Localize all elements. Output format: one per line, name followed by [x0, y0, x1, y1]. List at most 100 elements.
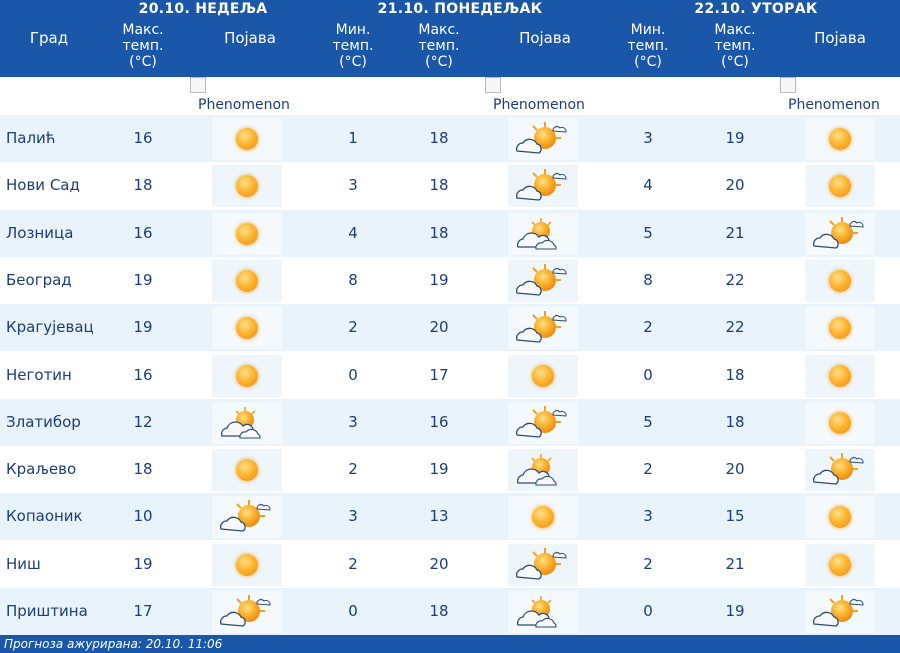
phenomenon-image-3: Phenomenon	[780, 77, 900, 115]
broken-image-icon	[190, 77, 206, 93]
col-d3-phen: Појава	[814, 29, 866, 47]
d3-min-temp: 0	[643, 602, 653, 620]
col-d2-max: Макс. темп. (°C)	[418, 22, 460, 70]
d1-max-temp: 19	[133, 270, 153, 289]
city-name: Краљево	[6, 460, 77, 479]
d3-max-temp: 19	[725, 129, 745, 147]
sun-icon	[212, 354, 282, 397]
col-d3-max: Макс. темп. (°C)	[714, 22, 756, 70]
sun-icon	[508, 354, 578, 397]
d2-max-temp: 17	[429, 365, 449, 384]
d3-min-temp: 2	[643, 318, 653, 337]
legend-row: Phenomenon Phenomenon Phenomenon	[0, 77, 900, 115]
city-name: Копаоник	[6, 507, 83, 526]
d1-max-temp: 19	[133, 318, 153, 337]
sun-icon	[212, 118, 282, 160]
d1-max-temp: 10	[133, 507, 153, 526]
d2-max-temp: 18	[429, 129, 449, 147]
table-row: Нови Сад 18 3 18 4 20	[0, 162, 900, 209]
sun-icon	[212, 307, 282, 350]
d3-max-temp: 22	[725, 270, 745, 289]
sun-icon	[805, 165, 875, 208]
d2-max-temp: 19	[429, 270, 449, 289]
partly-cloudy-icon	[508, 307, 578, 350]
d3-max-temp: 22	[725, 318, 745, 337]
d3-min-temp: 0	[643, 365, 653, 384]
sun-icon	[212, 212, 282, 255]
table-row: Приштина 17 0 18 0 19	[0, 588, 900, 635]
d3-min-temp: 4	[643, 176, 653, 195]
col-d1-phen: Појава	[224, 29, 276, 47]
d3-min-temp: 8	[643, 270, 653, 289]
city-name: Лозница	[6, 223, 74, 242]
table-row: Крагујевац 19 2 20 2 22	[0, 304, 900, 352]
broken-image-icon	[485, 77, 501, 93]
d1-max-temp: 18	[133, 176, 153, 195]
d2-min-temp: 2	[348, 318, 358, 337]
table-row: Неготин 16 0 17 0 18	[0, 352, 900, 399]
col-city: Град	[29, 29, 69, 47]
cloudy-sun-icon	[508, 591, 578, 633]
sun-icon	[212, 165, 282, 208]
city-name: Ниш	[6, 554, 41, 573]
sun-icon	[805, 259, 875, 302]
col-d2-min: Мин. темп. (°C)	[332, 22, 374, 70]
partly-cloudy-icon	[805, 212, 875, 255]
table-row: Златибор 12 3 16 5 18	[0, 398, 900, 446]
d2-max-temp: 18	[429, 176, 449, 195]
d3-max-temp: 20	[725, 460, 745, 479]
d2-max-temp: 13	[429, 507, 449, 526]
d3-min-temp: 2	[643, 460, 653, 479]
d2-min-temp: 2	[348, 554, 358, 573]
d2-min-temp: 0	[348, 365, 358, 384]
sun-icon	[212, 543, 282, 586]
partly-cloudy-icon	[805, 449, 875, 492]
partly-cloudy-icon	[508, 543, 578, 586]
d2-min-temp: 0	[348, 602, 358, 620]
partly-cloudy-icon	[212, 496, 282, 539]
col-d3-min: Мин. темп. (°C)	[627, 22, 669, 70]
partly-cloudy-icon	[508, 118, 578, 160]
d3-min-temp: 5	[643, 223, 653, 242]
d2-max-temp: 20	[429, 318, 449, 337]
city-name: Београд	[6, 270, 72, 289]
d2-max-temp: 18	[429, 602, 449, 620]
sun-icon	[805, 354, 875, 397]
d3-max-temp: 15	[725, 507, 745, 526]
partly-cloudy-icon	[508, 259, 578, 302]
d2-max-temp: 19	[429, 460, 449, 479]
d2-min-temp: 1	[348, 129, 358, 147]
day-1-title: 20.10. НЕДЕЉА	[138, 1, 268, 17]
d2-min-temp: 3	[348, 176, 358, 195]
d1-max-temp: 12	[133, 412, 153, 431]
d1-max-temp: 19	[133, 554, 153, 573]
partly-cloudy-icon	[508, 401, 578, 444]
d3-min-temp: 3	[643, 507, 653, 526]
city-name: Крагујевац	[6, 318, 94, 337]
d3-max-temp: 20	[725, 176, 745, 195]
table-row: Београд 19 8 19 8 22	[0, 257, 900, 304]
table-row: Ниш 19 2 20 2 21	[0, 541, 900, 588]
d3-min-temp: 5	[643, 412, 653, 431]
sun-icon	[805, 307, 875, 350]
cloudy-sun-icon	[212, 401, 282, 444]
table-row: Палић 16 1 18 3 19	[0, 115, 900, 162]
d2-min-temp: 3	[348, 507, 358, 526]
city-name: Неготин	[6, 365, 72, 384]
d2-min-temp: 8	[348, 270, 358, 289]
sun-icon	[508, 496, 578, 539]
sun-icon	[805, 118, 875, 160]
table-header: 20.10. НЕДЕЉА 21.10. ПОНЕДЕЉАК 22.10. УТ…	[0, 0, 900, 77]
forecast-table: 20.10. НЕДЕЉА 21.10. ПОНЕДЕЉАК 22.10. УТ…	[0, 0, 900, 653]
d3-min-temp: 2	[643, 554, 653, 573]
d1-max-temp: 16	[133, 365, 153, 384]
partly-cloudy-icon	[805, 591, 875, 633]
d3-max-temp: 18	[725, 412, 745, 431]
d2-max-temp: 16	[429, 412, 449, 431]
table-row: Краљево 18 2 19 2 20	[0, 446, 900, 493]
sun-icon	[212, 259, 282, 302]
sun-icon	[805, 496, 875, 539]
footer-bar: Прогноза ажурирана: 20.10. 11:06	[0, 635, 900, 653]
partly-cloudy-icon	[212, 591, 282, 633]
col-d1-max: Макс. темп. (°C)	[122, 22, 164, 70]
